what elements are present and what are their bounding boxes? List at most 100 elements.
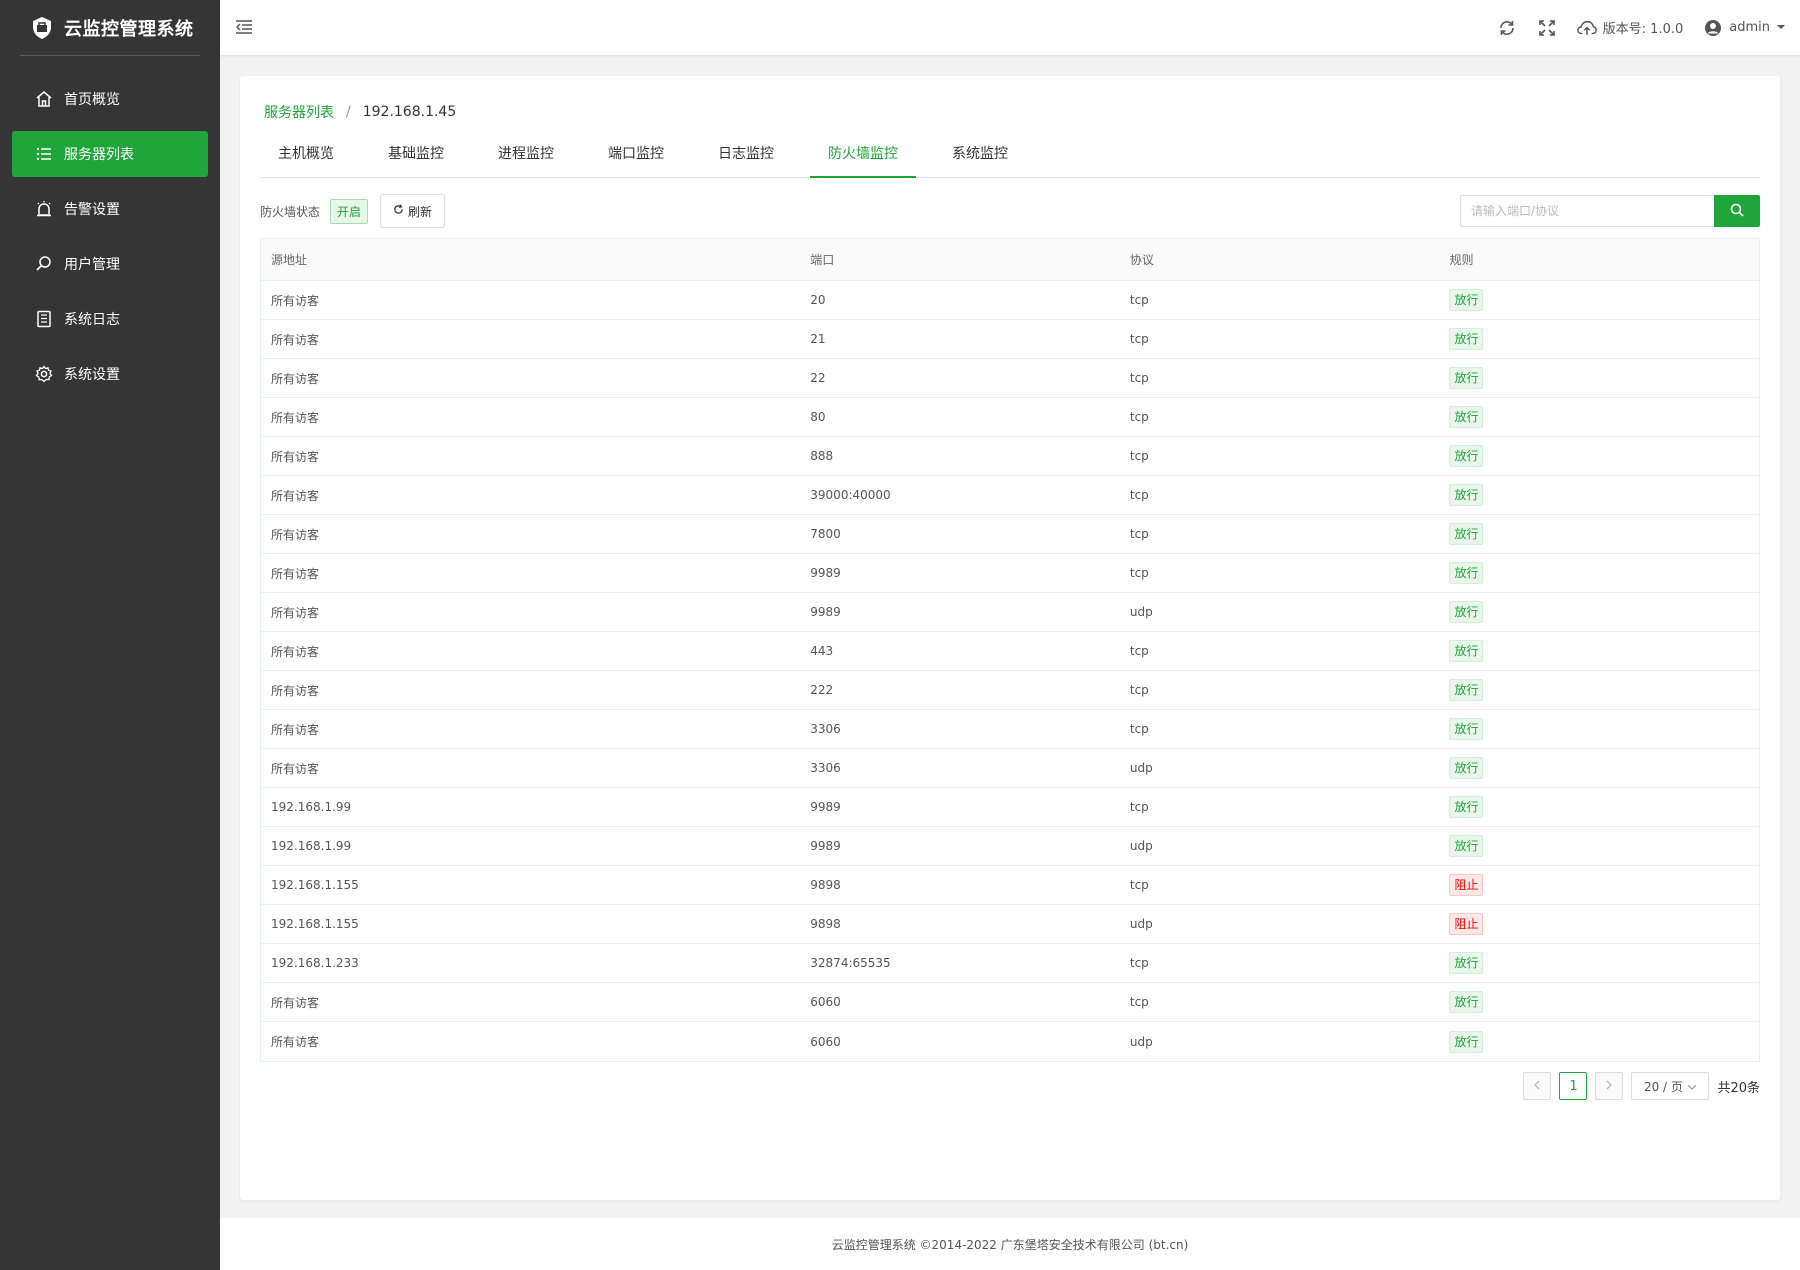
app-title: 云监控管理系统 bbox=[64, 18, 194, 40]
table-row: 所有访客 222 tcp 放行 bbox=[261, 671, 1759, 710]
search-button[interactable] bbox=[1714, 195, 1760, 227]
cell-source: 192.168.1.99 bbox=[271, 800, 352, 814]
user-menu[interactable]: admin bbox=[1703, 18, 1786, 38]
rule-badge: 放行 bbox=[1449, 406, 1484, 428]
tab-basic-monitor[interactable]: 基础监控 bbox=[370, 134, 462, 178]
sidebar-item-settings[interactable]: 系统设置 bbox=[12, 351, 208, 397]
table-row: 所有访客 3306 udp 放行 bbox=[261, 749, 1759, 788]
rule-badge: 放行 bbox=[1449, 1030, 1484, 1053]
firewall-rules-table: 源地址 端口 协议 规则 所有访客 20 tcp 放行 所有访客 21 tcp 放行 所有访客 2… bbox=[260, 238, 1760, 1062]
breadcrumb-separator: / bbox=[346, 104, 351, 120]
refresh-icon[interactable] bbox=[1497, 18, 1517, 38]
total-count: 共20条 bbox=[1717, 1080, 1760, 1096]
alarm-icon bbox=[34, 199, 54, 219]
brand: 云监控管理系统 bbox=[20, 0, 200, 56]
cell-source: 所有访客 bbox=[271, 527, 320, 542]
cell-protocol: tcp bbox=[1129, 449, 1149, 463]
cell-port: 3306 bbox=[810, 761, 841, 775]
cell-rule: 放行 bbox=[1439, 1030, 1759, 1053]
cell-protocol: tcp bbox=[1129, 800, 1149, 814]
cell-source: 所有访客 bbox=[271, 566, 320, 581]
cell-protocol: tcp bbox=[1129, 956, 1149, 970]
cell-protocol: tcp bbox=[1129, 488, 1149, 502]
cell-rule: 放行 bbox=[1439, 640, 1759, 662]
cell-rule: 放行 bbox=[1439, 679, 1759, 701]
cell-port: 3306 bbox=[810, 722, 841, 736]
tab-system-monitor[interactable]: 系统监控 bbox=[934, 134, 1026, 178]
table-row: 所有访客 20 tcp 放行 bbox=[261, 281, 1759, 320]
firewall-toolbar: 防火墙状态 开启 刷新 bbox=[260, 194, 1760, 228]
footer-text: 云监控管理系统 ©2014-2022 广东堡塔安全技术有限公司 (bt.cn) bbox=[831, 1237, 1189, 1252]
search-user-icon bbox=[34, 254, 54, 274]
rule-badge: 放行 bbox=[1449, 328, 1484, 350]
sidebar-item-alarm[interactable]: 告警设置 bbox=[12, 186, 208, 232]
cell-source: 所有访客 bbox=[271, 995, 320, 1010]
sidebar-item-label: 系统日志 bbox=[64, 312, 120, 328]
cell-protocol: tcp bbox=[1129, 566, 1149, 580]
rule-badge: 放行 bbox=[1449, 289, 1484, 311]
cell-source: 所有访客 bbox=[271, 332, 320, 347]
shield-logo-icon bbox=[30, 15, 54, 41]
rule-badge: 放行 bbox=[1449, 952, 1484, 974]
sidebar-item-servers[interactable]: 服务器列表 bbox=[12, 131, 208, 177]
cell-rule: 放行 bbox=[1439, 406, 1759, 428]
cell-source: 所有访客 bbox=[271, 449, 320, 464]
tab-firewall-monitor[interactable]: 防火墙监控 bbox=[810, 134, 916, 178]
table-row: 所有访客 9989 udp 放行 bbox=[261, 593, 1759, 632]
tab-port-monitor[interactable]: 端口监控 bbox=[590, 134, 682, 178]
cell-rule: 放行 bbox=[1439, 523, 1759, 545]
rule-badge: 放行 bbox=[1449, 484, 1484, 506]
refresh-icon bbox=[393, 204, 404, 218]
cell-rule: 放行 bbox=[1439, 757, 1759, 779]
cloud-upload-icon bbox=[1576, 18, 1597, 38]
cell-port: 20 bbox=[810, 293, 826, 307]
sidebar-item-label: 用户管理 bbox=[64, 257, 120, 273]
cell-source: 所有访客 bbox=[271, 410, 320, 425]
tab-process-monitor[interactable]: 进程监控 bbox=[480, 134, 572, 178]
cell-rule: 阻止 bbox=[1439, 913, 1759, 935]
search-input[interactable] bbox=[1460, 195, 1714, 227]
cell-port: 39000:40000 bbox=[810, 488, 891, 502]
rule-badge: 放行 bbox=[1449, 757, 1484, 779]
gear-icon bbox=[34, 364, 54, 384]
fullscreen-icon[interactable] bbox=[1537, 18, 1557, 38]
top-header: 版本号: 1.0.0 admin bbox=[220, 0, 1800, 55]
cell-protocol: tcp bbox=[1129, 527, 1149, 541]
next-page-button[interactable] bbox=[1595, 1072, 1624, 1100]
cell-port: 22 bbox=[810, 371, 826, 385]
sidebar-item-logs[interactable]: 系统日志 bbox=[12, 296, 208, 342]
table-row: 所有访客 80 tcp 放行 bbox=[261, 398, 1759, 437]
prev-page-button[interactable] bbox=[1523, 1072, 1552, 1100]
search-box bbox=[1460, 195, 1760, 227]
tab-bar: 主机概览 基础监控 进程监控 端口监控 日志监控 防火墙监控 系统监控 bbox=[260, 134, 1760, 178]
cell-rule: 放行 bbox=[1439, 718, 1759, 740]
sidebar-item-users[interactable]: 用户管理 bbox=[12, 241, 208, 287]
main-panel: 服务器列表 / 192.168.1.45 主机概览 基础监控 进程监控 端口监控… bbox=[240, 76, 1780, 1200]
cell-protocol: udp bbox=[1129, 605, 1153, 619]
rule-badge: 阻止 bbox=[1449, 913, 1484, 935]
cell-protocol: tcp bbox=[1129, 371, 1149, 385]
cell-port: 443 bbox=[810, 644, 834, 658]
column-header-source: 源地址 bbox=[271, 253, 308, 267]
cell-rule: 放行 bbox=[1439, 796, 1759, 818]
cell-rule: 放行 bbox=[1439, 367, 1759, 389]
cell-source: 所有访客 bbox=[271, 683, 320, 698]
cell-source: 192.168.1.155 bbox=[271, 878, 359, 892]
page-size-select[interactable]: 20 / 页 bbox=[1631, 1072, 1710, 1100]
breadcrumb-parent-link[interactable]: 服务器列表 bbox=[264, 102, 334, 122]
table-header-row: 源地址 端口 协议 规则 bbox=[261, 239, 1759, 281]
sidebar-item-home[interactable]: 首页概览 bbox=[12, 76, 208, 122]
column-header-protocol: 协议 bbox=[1129, 253, 1154, 267]
cell-port: 222 bbox=[810, 683, 834, 697]
table-row: 192.168.1.155 9898 tcp 阻止 bbox=[261, 866, 1759, 905]
firewall-status-badge[interactable]: 开启 bbox=[330, 198, 369, 224]
refresh-button[interactable]: 刷新 bbox=[380, 194, 446, 228]
menu-fold-icon[interactable] bbox=[234, 17, 256, 39]
cell-source: 所有访客 bbox=[271, 488, 320, 503]
page-number-button[interactable]: 1 bbox=[1559, 1072, 1588, 1100]
tab-host-overview[interactable]: 主机概览 bbox=[260, 134, 352, 178]
cell-protocol: tcp bbox=[1129, 683, 1149, 697]
tab-log-monitor[interactable]: 日志监控 bbox=[700, 134, 792, 178]
cell-protocol: tcp bbox=[1129, 644, 1149, 658]
cell-port: 9989 bbox=[810, 566, 841, 580]
